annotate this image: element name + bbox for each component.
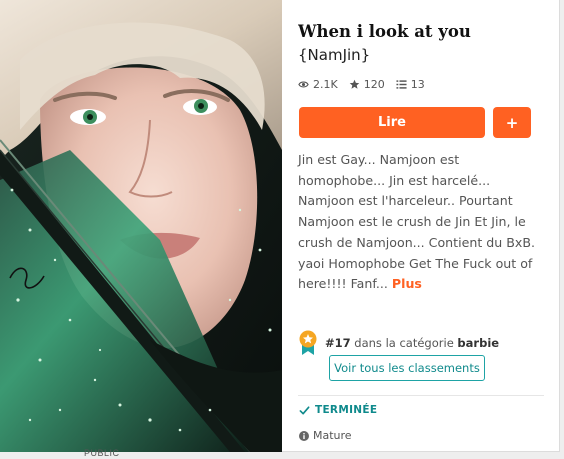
- rank-label: dans la catégorie: [354, 336, 454, 350]
- add-to-library-button[interactable]: +: [493, 107, 531, 138]
- votes-stat: 120: [349, 78, 385, 91]
- rank-category[interactable]: barbie: [457, 336, 499, 350]
- story-title[interactable]: When i look at you: [298, 22, 548, 41]
- story-stats: 2.1K 120 13: [298, 78, 436, 91]
- mature-status: Mature: [299, 429, 352, 442]
- completed-status: TERMINÉE: [299, 404, 377, 416]
- ranking-text: #17 dans la catégorie barbie: [325, 336, 499, 350]
- story-description: Jin est Gay... Namjoon est homophobe... …: [298, 150, 546, 295]
- parts-stat: 13: [396, 78, 425, 91]
- check-icon: [299, 405, 310, 415]
- info-icon: [299, 430, 309, 441]
- cover-image[interactable]: [0, 0, 282, 452]
- mature-label: Mature: [313, 429, 352, 442]
- reads-count: 2.1K: [313, 78, 338, 91]
- cover-bottom-label: PUBLIC: [84, 448, 120, 458]
- see-all-rankings-button[interactable]: Voir tous les classements: [329, 355, 485, 381]
- story-info-card: When i look at you {NamJin} 2.1K 120 13 …: [282, 0, 560, 452]
- divider: [298, 395, 544, 396]
- rank-ribbon-icon: [299, 330, 317, 355]
- read-button[interactable]: Lire: [299, 107, 485, 138]
- reads-stat: 2.1K: [298, 78, 338, 91]
- eye-icon: [298, 81, 309, 88]
- votes-count: 120: [363, 78, 385, 91]
- star-icon: [349, 79, 359, 89]
- description-text: Jin est Gay... Namjoon est homophobe... …: [298, 152, 535, 292]
- completed-label: TERMINÉE: [315, 404, 378, 416]
- more-link[interactable]: Plus: [392, 276, 422, 291]
- list-icon: [396, 80, 407, 89]
- parts-count: 13: [410, 78, 425, 91]
- rank-number: #17: [325, 336, 351, 350]
- story-subtitle: {NamJin}: [298, 46, 371, 64]
